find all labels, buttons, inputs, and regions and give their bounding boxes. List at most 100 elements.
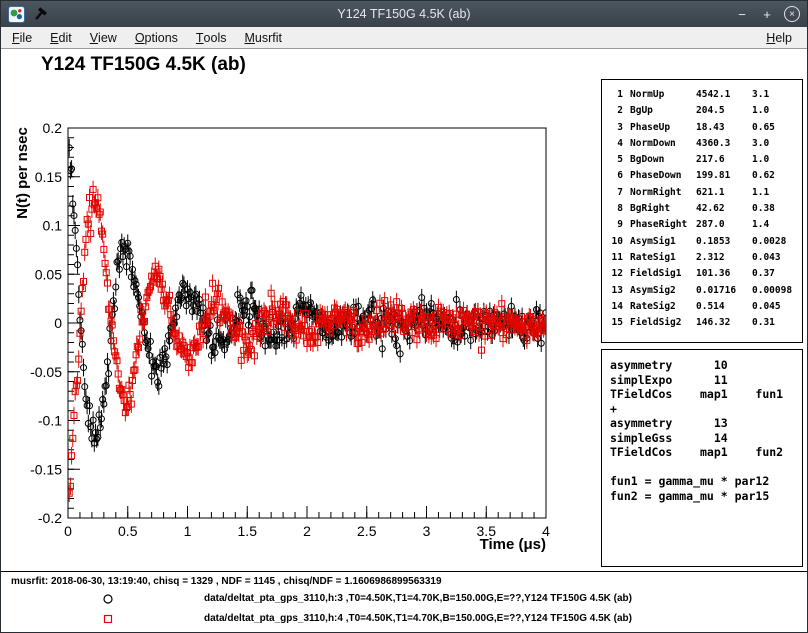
param-num: 3 <box>609 120 623 136</box>
minimize-button[interactable]: − <box>734 6 750 22</box>
param-perr: 0.0028 <box>752 234 799 250</box>
param-pval: 4542.1 <box>696 87 752 103</box>
param-pval: 42.62 <box>696 201 752 217</box>
y-tick-label: 0.1 <box>43 218 63 234</box>
window-controls: − + × <box>734 6 800 22</box>
param-row: 1NormUp4542.13.1 <box>609 87 799 103</box>
param-row: 2BgUp204.51.0 <box>609 103 799 119</box>
y-tick-label: 0 <box>54 315 62 331</box>
x-tick-label: 0 <box>64 523 72 539</box>
x-tick-label: 3 <box>423 523 431 539</box>
menubar-items: FileEditViewOptionsToolsMusrfit <box>1 27 291 48</box>
theory-panel: asymmetry 10simplExpo 11TFieldCos map1 f… <box>601 349 803 567</box>
param-num: 11 <box>609 250 623 266</box>
param-row: 14RateSig20.5140.045 <box>609 299 799 315</box>
theory-line: asymmetry 10 <box>610 358 802 373</box>
y-tick-label: -0.2 <box>38 510 62 526</box>
close-button[interactable]: × <box>784 6 800 22</box>
param-perr: 0.37 <box>752 266 799 282</box>
param-row: 10AsymSig10.18530.0028 <box>609 234 799 250</box>
x-axis-title: Time (μs) <box>480 536 546 553</box>
circle-marker-icon <box>101 592 115 606</box>
menu-help[interactable]: Help <box>757 31 801 45</box>
y-tick-label: 0.2 <box>43 120 63 136</box>
param-num: 1 <box>609 87 623 103</box>
theory-line: fun1 = gamma_mu * par12 <box>610 474 802 489</box>
param-perr: 1.0 <box>752 152 799 168</box>
param-num: 2 <box>609 103 623 119</box>
param-perr: 1.0 <box>752 103 799 119</box>
param-row: 7NormRight621.11.1 <box>609 185 799 201</box>
param-row: 5BgDown217.61.0 <box>609 152 799 168</box>
param-num: 7 <box>609 185 623 201</box>
theory-line: TFieldCos map1 fun1 <box>610 387 802 402</box>
y-tick-label: 0.05 <box>35 266 62 282</box>
param-row: 15FieldSig2146.320.31 <box>609 315 799 331</box>
maximize-button[interactable]: + <box>759 6 775 22</box>
param-num: 5 <box>609 152 623 168</box>
square-marker-icon <box>101 612 115 626</box>
theory-line: simplExpo 11 <box>610 373 802 388</box>
param-pval: 18.43 <box>696 120 752 136</box>
param-num: 6 <box>609 168 623 184</box>
window-title: Y124 TF150G 4.5K (ab) <box>1 7 807 21</box>
param-pname: BgUp <box>630 103 696 119</box>
param-pval: 146.32 <box>696 315 752 331</box>
x-tick-label: 2.5 <box>357 523 377 539</box>
menu-view[interactable]: View <box>81 27 126 48</box>
y-tick-label: -0.05 <box>30 364 62 380</box>
app-icon <box>8 6 25 23</box>
menu-tools[interactable]: Tools <box>187 27 236 48</box>
theory-line <box>610 460 802 475</box>
param-pname: BgRight <box>630 201 696 217</box>
data-series-circle <box>66 139 549 452</box>
theory-line: TFieldCos map1 fun2 <box>610 445 802 460</box>
theory-line: + <box>610 402 802 417</box>
plot-area[interactable]: 00.511.522.533.540.20.150.10.050-0.05-0.… <box>1 49 601 564</box>
param-pname: PhaseRight <box>630 217 696 233</box>
param-row: 3PhaseUp18.430.65 <box>609 120 799 136</box>
titlebar[interactable]: Y124 TF150G 4.5K (ab) − + × <box>1 1 807 27</box>
param-perr: 0.62 <box>752 168 799 184</box>
y-tick-label: -0.15 <box>30 461 62 477</box>
parameter-table: 1NormUp4542.13.12BgUp204.51.03PhaseUp18.… <box>609 87 799 331</box>
param-pval: 199.81 <box>696 168 752 184</box>
param-pval: 2.312 <box>696 250 752 266</box>
data-series-square <box>66 181 549 502</box>
param-pval: 0.01716 <box>696 283 752 299</box>
menubar-right: Help <box>757 31 807 45</box>
param-pname: RateSig1 <box>630 250 696 266</box>
param-perr: 0.31 <box>752 315 799 331</box>
param-pval: 0.514 <box>696 299 752 315</box>
param-pname: RateSig2 <box>630 299 696 315</box>
menu-options[interactable]: Options <box>126 27 187 48</box>
theory-line: fun2 = gamma_mu * par15 <box>610 489 802 504</box>
param-pval: 217.6 <box>696 152 752 168</box>
param-row: 6PhaseDown199.810.62 <box>609 168 799 184</box>
param-row: 8BgRight42.620.38 <box>609 201 799 217</box>
menu-file[interactable]: File <box>3 27 41 48</box>
param-num: 4 <box>609 136 623 152</box>
param-perr: 0.65 <box>752 120 799 136</box>
theory-line: asymmetry 13 <box>610 416 802 431</box>
legend-label: data/deltat_pta_gps_3110,h:3 ,T0=4.50K,T… <box>204 593 632 604</box>
parameter-panel: 1NormUp4542.13.12BgUp204.51.03PhaseUp18.… <box>601 79 803 343</box>
param-row: 11RateSig12.3120.043 <box>609 250 799 266</box>
separator-line <box>1 571 807 572</box>
legend: data/deltat_pta_gps_3110,h:3 ,T0=4.50K,T… <box>1 589 807 629</box>
param-pname: AsymSig1 <box>630 234 696 250</box>
param-num: 10 <box>609 234 623 250</box>
param-perr: 0.00098 <box>752 283 799 299</box>
x-tick-label: 0.5 <box>118 523 138 539</box>
legend-entry: data/deltat_pta_gps_3110,h:4 ,T0=4.50K,T… <box>1 609 807 629</box>
param-num: 13 <box>609 283 623 299</box>
legend-entry: data/deltat_pta_gps_3110,h:3 ,T0=4.50K,T… <box>1 589 807 609</box>
param-pval: 4360.3 <box>696 136 752 152</box>
param-pval: 101.36 <box>696 266 752 282</box>
legend-label: data/deltat_pta_gps_3110,h:4 ,T0=4.50K,T… <box>204 613 632 624</box>
param-row: 12FieldSig1101.360.37 <box>609 266 799 282</box>
menu-edit[interactable]: Edit <box>41 27 81 48</box>
menu-musrfit[interactable]: Musrfit <box>235 27 291 48</box>
x-tick-label: 2 <box>303 523 311 539</box>
param-num: 14 <box>609 299 623 315</box>
